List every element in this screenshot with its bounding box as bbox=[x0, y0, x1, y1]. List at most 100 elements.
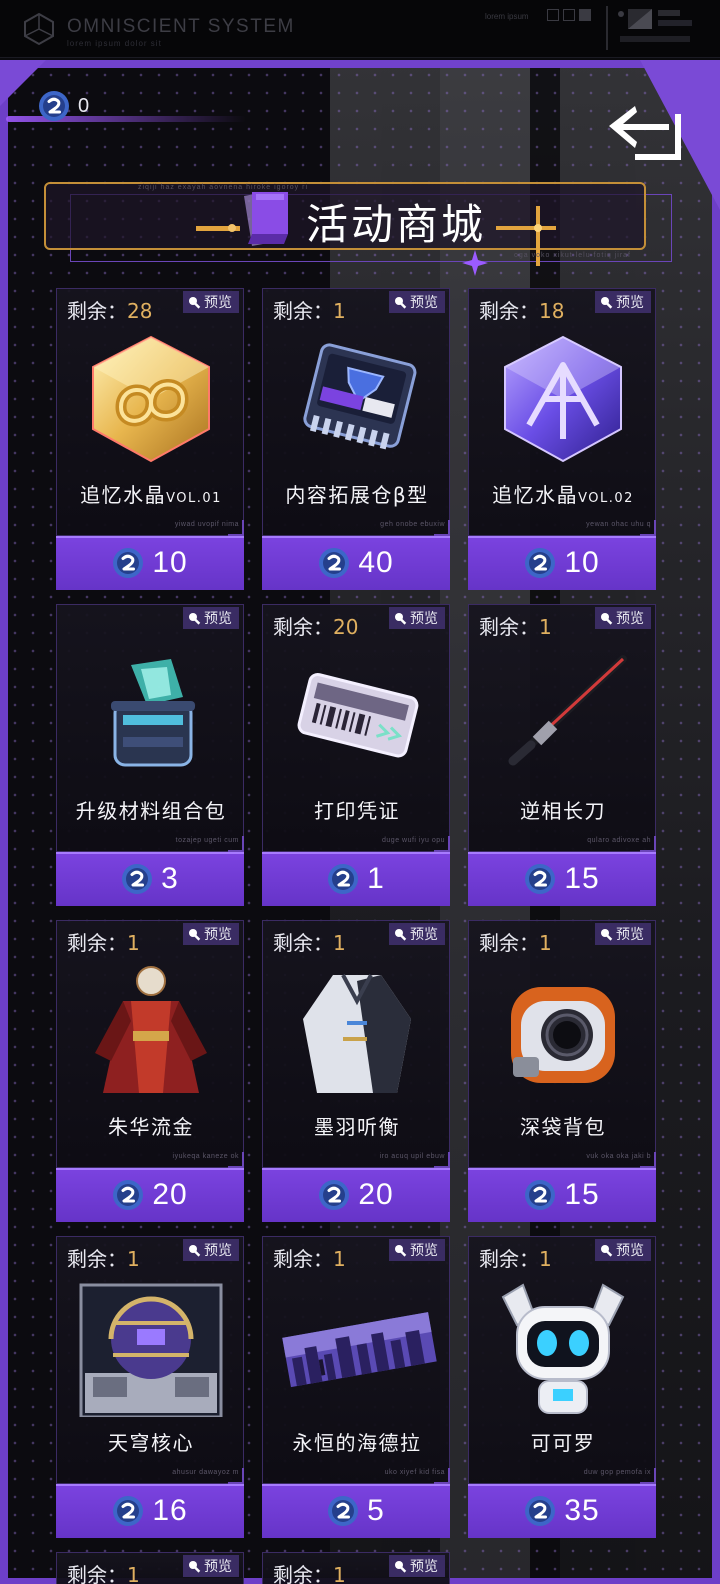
price-button[interactable]: 15 bbox=[468, 852, 656, 906]
preview-button[interactable]: 预览 bbox=[389, 607, 445, 629]
price-button[interactable]: 1 bbox=[262, 852, 450, 906]
magnifier-icon bbox=[601, 612, 613, 625]
preview-label: 预览 bbox=[410, 295, 438, 311]
ticket-icon bbox=[297, 673, 419, 758]
shop-item-card[interactable]: 剩余：1 预览 永恒的海德拉 uko xiyef kid fisa 5 bbox=[262, 1236, 450, 1538]
price-button[interactable]: 5 bbox=[262, 1484, 450, 1538]
shop-item-card[interactable]: 剩余：18 预览 追忆水晶VOL.02 yewan ohac uhu q 10 bbox=[468, 288, 656, 590]
remaining-value: 1 bbox=[333, 931, 346, 955]
preview-button[interactable]: 预览 bbox=[595, 923, 651, 945]
close-box-icon[interactable] bbox=[563, 9, 575, 21]
remaining-count: 剩余：1 bbox=[67, 1243, 140, 1272]
remaining-value: 1 bbox=[127, 1563, 140, 1584]
preview-button[interactable]: 预览 bbox=[183, 291, 239, 313]
remaining-value: 20 bbox=[333, 615, 359, 639]
remaining-count: 剩余：1 bbox=[479, 927, 552, 956]
remaining-value: 18 bbox=[539, 299, 565, 323]
remaining-label: 剩余： bbox=[479, 615, 539, 639]
item-price: 35 bbox=[564, 1494, 600, 1527]
system-subtitle: lorem ipsum dolor sit bbox=[67, 39, 162, 48]
remaining-count: 剩余：28 bbox=[67, 295, 152, 324]
system-title: OMNISCIENT SYSTEM bbox=[67, 16, 295, 37]
remaining-value: 1 bbox=[127, 931, 140, 955]
shop-item-card[interactable]: 剩余：1 预览 bbox=[262, 1552, 450, 1584]
shop-item-card[interactable]: 剩余：1 预览 深袋背包 vuk oka oka jaki b 15 bbox=[468, 920, 656, 1222]
preview-button[interactable]: 预览 bbox=[183, 1555, 239, 1577]
price-button[interactable]: 20 bbox=[262, 1168, 450, 1222]
item-name: 追忆水晶VOL.01 bbox=[57, 479, 245, 508]
magnifier-icon bbox=[395, 612, 407, 625]
item-name-text: 可可罗 bbox=[530, 1431, 596, 1455]
card-panel: 剩余：18 预览 追忆水晶VOL.02 yewan ohac uhu q bbox=[468, 288, 656, 536]
preview-label: 预览 bbox=[204, 927, 232, 943]
shop-item-card[interactable]: 剩余：1 预览 墨羽听衡 iro acuq upil ebuw 20 bbox=[262, 920, 450, 1222]
preview-button[interactable]: 预览 bbox=[595, 291, 651, 313]
remaining-label: 剩余： bbox=[67, 1563, 127, 1584]
shop-item-card[interactable]: 剩余：1 预览 天穹核心 ahusur dawayoz m 16 bbox=[56, 1236, 244, 1538]
item-name: 可可罗 bbox=[469, 1427, 657, 1456]
remaining-count: 剩余：1 bbox=[273, 1559, 346, 1584]
price-button[interactable]: 40 bbox=[262, 536, 450, 590]
currency-coin-icon bbox=[525, 1496, 556, 1526]
gold-crystal-icon bbox=[92, 335, 210, 463]
item-name-text: 逆相长刀 bbox=[520, 799, 606, 823]
shop-item-card[interactable]: 剩余：1 预览 可可罗 duw gop pemofa ix 35 bbox=[468, 1236, 656, 1538]
frame-left-edge bbox=[0, 60, 8, 1584]
remaining-label: 剩余： bbox=[67, 1247, 127, 1271]
back-arrow-icon[interactable] bbox=[605, 100, 685, 164]
item-price: 15 bbox=[564, 1178, 600, 1211]
currency-coin-icon bbox=[122, 864, 153, 894]
price-button[interactable]: 20 bbox=[56, 1168, 244, 1222]
filled-box-icon[interactable] bbox=[579, 9, 591, 21]
preview-button[interactable]: 预览 bbox=[183, 607, 239, 629]
shop-title: 活动商城 bbox=[306, 200, 487, 249]
preview-button[interactable]: 预览 bbox=[183, 923, 239, 945]
minimize-icon[interactable] bbox=[547, 9, 559, 21]
shop-item-card[interactable]: 预览 升级材料组合包 tozajep ugeti cum 3 bbox=[56, 604, 244, 906]
currency-balance: 0 bbox=[38, 90, 89, 122]
remaining-count: 剩余：1 bbox=[67, 927, 140, 956]
item-code: ahusur dawayoz m bbox=[172, 1469, 239, 1476]
magnifier-icon bbox=[189, 1560, 201, 1573]
card-panel: 剩余：1 预览 墨羽听衡 iro acuq upil ebuw bbox=[262, 920, 450, 1168]
item-price: 3 bbox=[161, 862, 179, 895]
shop-item-card[interactable]: 剩余：1 预览 bbox=[56, 1552, 244, 1584]
preview-button[interactable]: 预览 bbox=[595, 1239, 651, 1261]
remaining-count: 剩余：18 bbox=[479, 295, 564, 324]
item-name-text: 升级材料组合包 bbox=[75, 799, 227, 823]
preview-label: 预览 bbox=[204, 1559, 232, 1575]
preview-label: 预览 bbox=[410, 611, 438, 627]
preview-button[interactable]: 预览 bbox=[595, 607, 651, 629]
shop-item-card[interactable]: 剩余：1 预览 逆相长刀 qularo adivoxe ah 15 bbox=[468, 604, 656, 906]
preview-label: 预览 bbox=[616, 295, 644, 311]
remaining-value: 1 bbox=[539, 931, 552, 955]
item-code: duge wufi iyu opu bbox=[382, 837, 445, 844]
currency-coin-icon bbox=[319, 548, 350, 578]
magnifier-icon bbox=[189, 928, 201, 941]
price-button[interactable]: 3 bbox=[56, 852, 244, 906]
currency-coin-icon bbox=[39, 91, 69, 121]
shop-item-card[interactable]: 剩余：1 预览 朱华流金 iyukeqa kaneze ok 20 bbox=[56, 920, 244, 1222]
shop-item-card[interactable]: 剩余：1 预览 内容拓展仓β型 geh onobe ebuxiw 40 bbox=[262, 288, 450, 590]
card-panel: 剩余：1 预览 可可罗 duw gop pemofa ix bbox=[468, 1236, 656, 1484]
shop-item-card[interactable]: 剩余：28 预览 追忆水晶VOL.01 yiwad uvopif nima 10 bbox=[56, 288, 244, 590]
currency-coin-icon bbox=[319, 1180, 350, 1210]
price-button[interactable]: 10 bbox=[56, 536, 244, 590]
preview-button[interactable]: 预览 bbox=[183, 1239, 239, 1261]
shop-item-card[interactable]: 剩余：20 预览 打印凭证 duge wufi iyu opu 1 bbox=[262, 604, 450, 906]
remaining-label: 剩余： bbox=[273, 299, 333, 323]
item-price: 10 bbox=[564, 546, 600, 579]
preview-button[interactable]: 预览 bbox=[389, 923, 445, 945]
item-name-text: 追忆水晶 bbox=[80, 483, 167, 507]
frame-top-edge bbox=[0, 60, 720, 68]
preview-button[interactable]: 预览 bbox=[389, 1555, 445, 1577]
item-price: 10 bbox=[152, 546, 188, 579]
price-button[interactable]: 35 bbox=[468, 1484, 656, 1538]
item-name: 天穹核心 bbox=[57, 1427, 245, 1456]
preview-button[interactable]: 预览 bbox=[389, 1239, 445, 1261]
preview-button[interactable]: 预览 bbox=[389, 291, 445, 313]
price-button[interactable]: 15 bbox=[468, 1168, 656, 1222]
price-button[interactable]: 16 bbox=[56, 1484, 244, 1538]
price-button[interactable]: 10 bbox=[468, 536, 656, 590]
item-price: 1 bbox=[367, 862, 385, 895]
